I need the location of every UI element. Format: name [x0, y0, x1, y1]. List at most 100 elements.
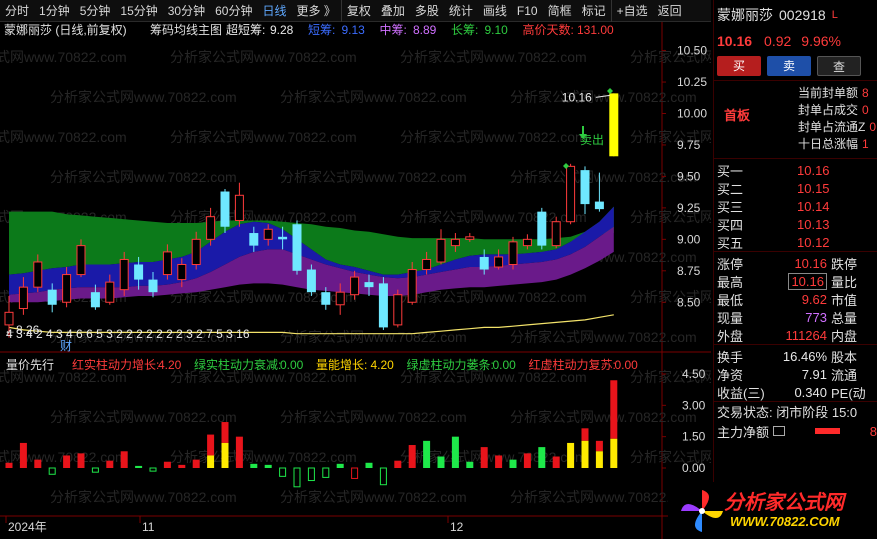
candle-body [76, 245, 86, 276]
list-icon[interactable] [773, 426, 785, 436]
indicator-value: 9.13 [342, 23, 366, 37]
volume-bar [495, 455, 503, 468]
watermark-text: 分析家公式网www.70822.com [510, 409, 697, 425]
toolbar-item[interactable]: 叠加 [376, 0, 410, 22]
order-book: 买一 10.16 买二 10.15 买三 10.14 买四 10.13 买五 10.12 [714, 158, 877, 251]
volume-indicator-label: 绿实柱动力衰减: [194, 357, 281, 372]
order-book-row: 买四 10.13 [714, 215, 877, 233]
toolbar-item[interactable]: 5分钟 [75, 0, 116, 22]
stat-label-2: 股本 [831, 349, 858, 365]
chart-stock-label: 蒙娜丽莎 (日线,前复权) [4, 22, 127, 37]
candle-body [220, 191, 230, 227]
volume-bar [466, 461, 474, 468]
indicator-value: 131.00 [577, 23, 614, 37]
watermark-text: 分析家公式网www.70822.com [280, 489, 467, 505]
watermark-text: 分析家公式网www.70822.com [50, 169, 237, 185]
stat-label: 最高 [717, 274, 744, 290]
stat-value: 773 [761, 310, 831, 325]
high-price-label: 10.16 [562, 90, 592, 104]
main-flow-value: 8 [869, 423, 877, 439]
stat-value: 0.340 [794, 384, 827, 400]
sell-button[interactable]: 卖 [767, 56, 811, 76]
book-label: 买三 [717, 199, 744, 215]
toolbar-item[interactable]: +自选 [610, 0, 653, 22]
volume-bar [221, 422, 229, 443]
toolbar-item[interactable]: F10 [512, 0, 543, 22]
candle-body [47, 289, 57, 305]
candle-body [436, 238, 446, 263]
volume-bar [106, 460, 114, 468]
toolbar-item[interactable]: 标记 [577, 0, 611, 22]
candle-body [508, 241, 518, 266]
query-button[interactable]: 查 [817, 56, 861, 76]
stat-label-2: 总量 [831, 310, 858, 326]
volume-indicator-value: 0.00 [493, 358, 517, 372]
stat-value-text: 9.62 [801, 291, 827, 307]
watermark-text: 分析家公式网www.70822.com [280, 169, 467, 185]
book-price: 10.13 [797, 216, 830, 232]
buy-button[interactable]: 买 [717, 56, 761, 76]
stat-label: 最低 [717, 292, 744, 308]
toolbar-item[interactable]: 日线 [257, 0, 291, 22]
stock-title: 蒙娜丽莎 002918 L [714, 0, 877, 30]
candle-body [378, 283, 388, 328]
volume-bar-yellow [581, 440, 589, 468]
candle-body [148, 279, 158, 293]
fin-report-label: 财 [60, 339, 72, 353]
toolbar-item[interactable]: 分时 [0, 0, 34, 22]
toolbar-item[interactable]: 返回 [653, 0, 687, 22]
watermark-text: 分析家公式网www.70822.com [280, 89, 467, 105]
indicator-label: 长筹: [451, 23, 478, 37]
toolbar-item[interactable]: 15分钟 [115, 0, 162, 22]
volume-tick-label: 3.00 [682, 398, 706, 412]
stat-value: 7.91 [801, 366, 827, 382]
price-change-pct: 9.96% [801, 33, 841, 49]
main-flow-bar [814, 428, 840, 434]
chart-area[interactable]: 分析家公式网www.70822.com 分析家公式网www.70822.com 分析… [0, 22, 711, 539]
stat-label: 换手 [717, 349, 744, 365]
stat-label: 收益(三) [717, 385, 765, 401]
book-label: 买五 [717, 235, 744, 251]
toolbar-item[interactable]: 60分钟 [210, 0, 257, 22]
candle-body [278, 236, 288, 240]
toolbar-item[interactable]: 更多 》 [291, 0, 340, 22]
main-flow-row: 主力净额 8 [714, 421, 877, 441]
candle-body [522, 238, 532, 247]
toolbar-item[interactable]: 简框 [543, 0, 577, 22]
candle-body [191, 238, 201, 265]
toolbar-item[interactable]: 画线 [478, 0, 512, 22]
candle-body [234, 194, 244, 221]
seal-row: 封单占流通Z 0 [798, 119, 876, 136]
pinwheel-logo-icon [681, 490, 723, 532]
price-tick-label: 10.00 [677, 107, 707, 121]
stat-row: 换手 16.46% 股本 [714, 347, 877, 365]
seal-row-value: 1 [862, 137, 869, 151]
volume-bar [423, 440, 431, 468]
volume-indicator-label: 红实柱动力增长: [72, 357, 159, 372]
logo-text: 分析家公式网 [724, 492, 844, 514]
order-book-row: 买五 10.12 [714, 233, 877, 251]
indicator-value: 9.28 [270, 23, 294, 37]
watermark-text: 分析家公式网www.70822.com [50, 89, 237, 105]
kline-chart[interactable]: 分析家公式网www.70822.com 分析家公式网www.70822.com 分析… [0, 22, 711, 539]
stat-label-2: 市值 [831, 292, 858, 308]
stat-value-text: 111264 [785, 327, 827, 343]
candle-body [465, 236, 475, 240]
candle-body [450, 238, 460, 247]
volume-bar [480, 447, 488, 468]
volume-indicator-label: 红虚柱动力复苏: [529, 357, 616, 372]
toolbar-item[interactable]: 统计 [444, 0, 478, 22]
book-price: 10.14 [797, 198, 830, 214]
toolbar-item[interactable]: 复权 [340, 0, 376, 22]
order-book-row: 买三 10.14 [714, 197, 877, 215]
stat-label: 净资 [717, 367, 744, 383]
toolbar-item[interactable]: 多股 [410, 0, 444, 22]
candle-body [177, 264, 187, 281]
main-flow-label: 主力净额 [717, 424, 770, 440]
toolbar-item[interactable]: 1分钟 [34, 0, 75, 22]
volume-bar-yellow [610, 438, 618, 468]
volume-indicator-value: 0.00 [615, 358, 639, 372]
candle-body [335, 291, 345, 306]
stat-value: 10.16 [761, 256, 831, 271]
toolbar-item[interactable]: 30分钟 [163, 0, 210, 22]
